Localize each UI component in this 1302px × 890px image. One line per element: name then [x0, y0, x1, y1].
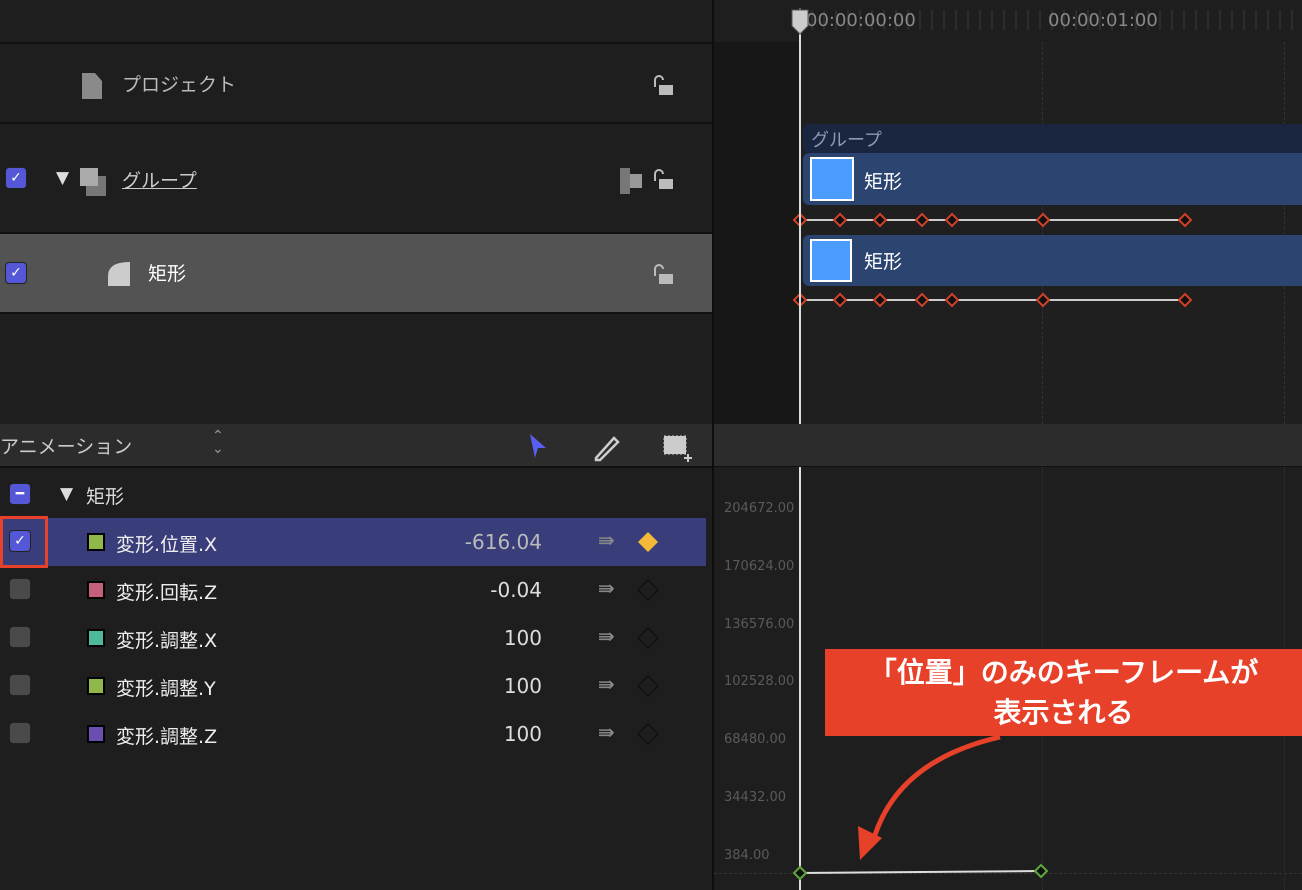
- param-color-swatch: [87, 581, 105, 599]
- param-label: 変形.調整.Z: [116, 726, 218, 748]
- shape-icon: [108, 262, 130, 286]
- track-keyframe: [914, 292, 930, 308]
- group-visibility-checkbox[interactable]: ✓: [5, 167, 27, 189]
- param-checkbox[interactable]: [9, 722, 31, 744]
- track-keyframe: [1035, 212, 1051, 228]
- param-label: 変形.調整.Y: [116, 678, 216, 700]
- graph-keyframe: [792, 865, 808, 881]
- track-keyframe: [914, 212, 930, 228]
- param-label: 変形.調整.X: [116, 630, 218, 652]
- track-keyframe: [792, 292, 808, 308]
- param-checkbox[interactable]: [9, 674, 31, 696]
- layer-row-rect[interactable]: ✓ 矩形: [0, 234, 712, 312]
- param-label: 変形.位置.X: [116, 534, 218, 556]
- unlock-icon[interactable]: [652, 169, 674, 189]
- annotation-callout: 「位置」のみのキーフレームが 表示される: [825, 649, 1302, 736]
- param-group-label: 矩形: [86, 486, 125, 508]
- param-value[interactable]: -0.04: [382, 578, 542, 602]
- param-row[interactable]: 変形.回転.Z -0.04 ⇛: [0, 566, 706, 614]
- param-row[interactable]: 変形.調整.Z 100 ⇛: [0, 710, 706, 758]
- param-checkbox[interactable]: [9, 626, 31, 648]
- track-keyframe: [792, 212, 808, 228]
- next-keyframe-icon[interactable]: ⇛: [598, 576, 615, 600]
- layer-row-group[interactable]: ✓ ▼ グループ: [0, 124, 712, 232]
- add-keyframe-icon[interactable]: [637, 627, 659, 649]
- track-keyframe: [832, 292, 848, 308]
- callout-line: 表示される: [993, 696, 1134, 729]
- isolate-icon[interactable]: [620, 168, 644, 194]
- track-keyframe: [944, 292, 960, 308]
- track-keyframe: [944, 212, 960, 228]
- curve-line: [799, 870, 1042, 874]
- animation-toolbar: [0, 424, 1302, 466]
- next-keyframe-icon[interactable]: ⇛: [598, 528, 615, 552]
- param-value[interactable]: 100: [382, 722, 542, 746]
- param-checkbox[interactable]: [9, 578, 31, 600]
- popup-chevron-icon[interactable]: ⌃ ⌄: [212, 429, 224, 456]
- unlock-icon[interactable]: [652, 75, 674, 95]
- track-keyframe: [872, 292, 888, 308]
- param-color-swatch: [87, 725, 105, 743]
- track-keyframe: [832, 212, 848, 228]
- pencil-tool-icon[interactable]: [592, 432, 622, 462]
- param-value[interactable]: 100: [382, 674, 542, 698]
- rect-visibility-checkbox[interactable]: ✓: [5, 262, 27, 284]
- callout-line: 「位置」のみのキーフレームが: [868, 656, 1259, 689]
- add-keyframe-icon[interactable]: [637, 723, 659, 745]
- select-arrow-tool-icon[interactable]: [528, 432, 550, 460]
- track-keyframe: [1177, 212, 1193, 228]
- disclosure-triangle-icon[interactable]: ▼: [56, 168, 69, 188]
- param-row[interactable]: 変形.調整.Y 100 ⇛: [0, 662, 706, 710]
- param-color-swatch: [87, 629, 105, 647]
- marquee-tool-icon[interactable]: [662, 434, 694, 462]
- next-keyframe-icon[interactable]: ⇛: [598, 624, 615, 648]
- track-keyframe: [872, 212, 888, 228]
- layer-row-project[interactable]: プロジェクト: [0, 44, 712, 122]
- add-keyframe-icon[interactable]: [637, 675, 659, 697]
- group-mixed-checkbox[interactable]: ━: [9, 483, 31, 505]
- unlock-icon[interactable]: [652, 264, 674, 284]
- layer-name: プロジェクト: [122, 74, 237, 96]
- add-keyframe-icon[interactable]: [637, 579, 659, 601]
- disclosure-triangle-icon[interactable]: ▼: [60, 484, 73, 504]
- layer-name: 矩形: [148, 263, 187, 285]
- param-color-swatch: [87, 677, 105, 695]
- param-value[interactable]: 100: [382, 626, 542, 650]
- add-keyframe-icon[interactable]: [637, 531, 659, 553]
- playhead-icon: [791, 9, 809, 35]
- track-keyframe: [1035, 292, 1051, 308]
- highlight-box: [0, 516, 48, 568]
- track-keyframe: [1177, 292, 1193, 308]
- next-keyframe-icon[interactable]: ⇛: [598, 720, 615, 744]
- param-row[interactable]: ✓ 変形.位置.X -616.04 ⇛: [0, 518, 706, 566]
- graph-keyframe: [1033, 863, 1049, 879]
- param-label: 変形.回転.Z: [116, 582, 218, 604]
- next-keyframe-icon[interactable]: ⇛: [598, 672, 615, 696]
- group-icon: [80, 168, 106, 196]
- param-color-swatch: [87, 533, 105, 551]
- param-row[interactable]: 変形.調整.X 100 ⇛: [0, 614, 706, 662]
- animation-menu[interactable]: アニメーション: [0, 432, 132, 459]
- document-icon: [82, 73, 102, 99]
- param-value[interactable]: -616.04: [382, 530, 542, 554]
- layer-name: グループ: [122, 170, 197, 192]
